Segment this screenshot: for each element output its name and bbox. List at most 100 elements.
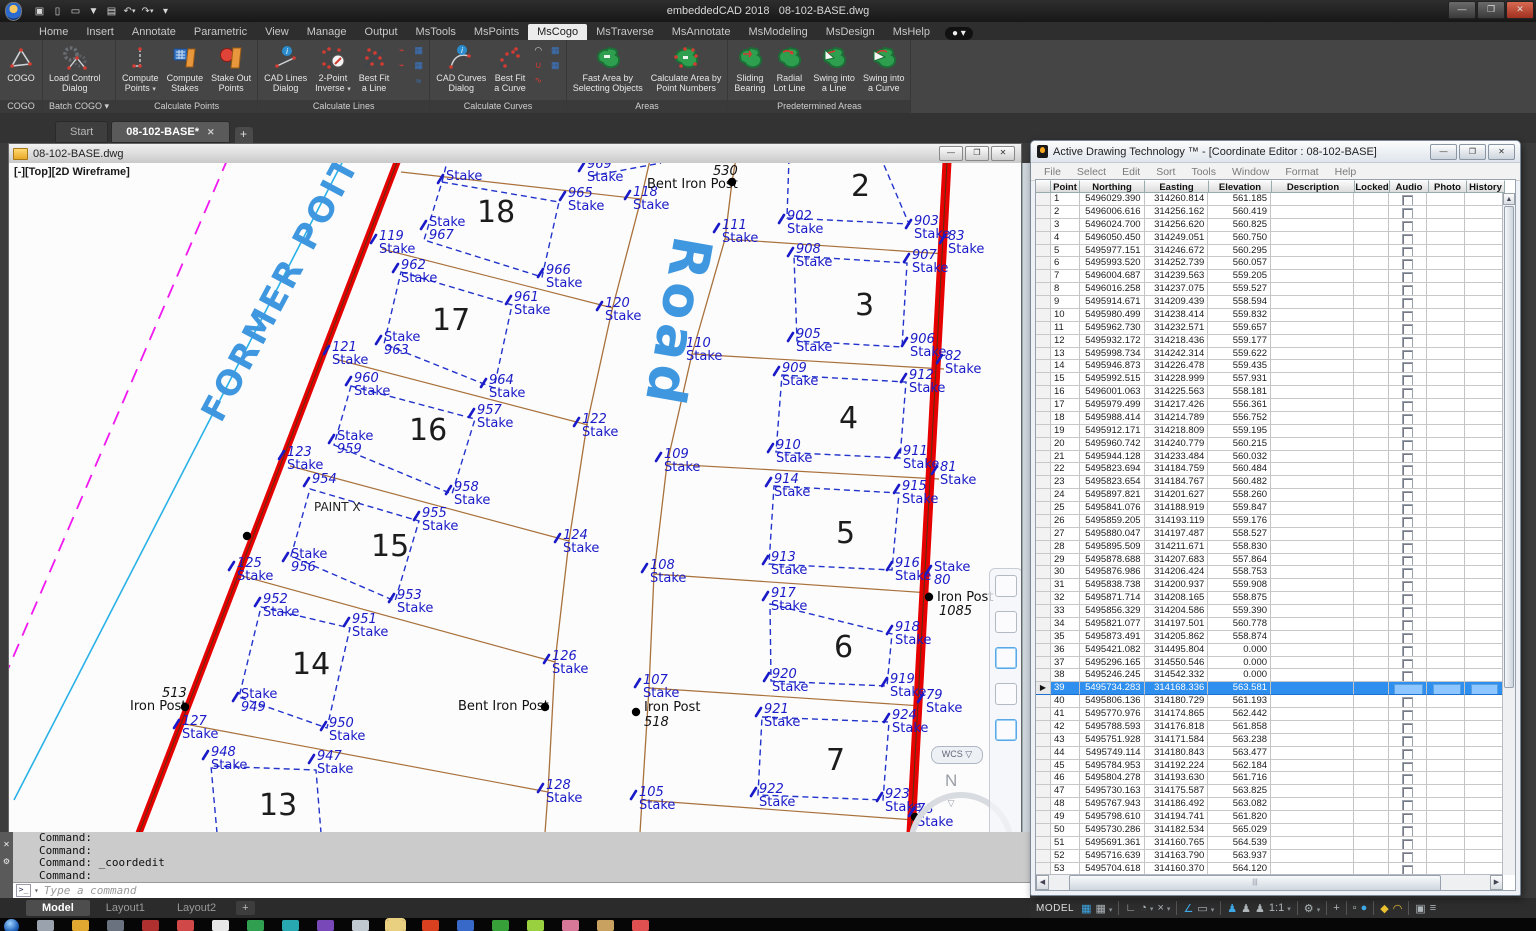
command-wrench-icon[interactable]: ⚙ [3,857,10,866]
cell-description[interactable] [1271,322,1354,335]
cell-point[interactable]: 51 [1051,837,1080,850]
doc-tab-close-icon[interactable]: ✕ [207,127,215,138]
cell-easting[interactable]: 314188.919 [1145,502,1209,515]
doc-tab-08102base[interactable]: 08-102-BASE*✕ [111,121,229,143]
swing-into-a-line-button[interactable]: Swing intoa Line [810,42,858,94]
minimize-button[interactable]: — [1448,1,1476,19]
locked-checkbox[interactable] [1402,517,1413,528]
table-row[interactable]: 85496016.258314237.075559.527 [1036,283,1503,296]
cell-point[interactable]: 14 [1051,360,1080,373]
cell-history[interactable] [1465,283,1503,296]
cell-history[interactable] [1465,489,1503,502]
annotation-scale-icon[interactable]: ♟ [1255,902,1265,915]
cell-history[interactable] [1465,296,1503,309]
cell-easting[interactable]: 314197.487 [1145,528,1209,541]
maximize-button[interactable]: ❐ [1477,1,1505,19]
cell-easting[interactable]: 314495.804 [1145,644,1209,657]
tbl1-icon[interactable]: ▦ [549,44,562,57]
wcs-control[interactable]: WCS ▽ [931,746,983,764]
cell-audio[interactable] [1389,785,1428,798]
cell-photo[interactable] [1427,438,1465,451]
cell-description[interactable] [1271,373,1354,386]
cell-elevation[interactable]: 558.181 [1208,386,1271,399]
compute-stakes-button[interactable]: ComputeStakes [164,42,207,94]
cell-easting[interactable]: 314174.865 [1145,708,1209,721]
cell-locked[interactable] [1354,554,1389,567]
locked-checkbox[interactable] [1402,762,1413,773]
color-swatch-icon[interactable]: ▣ [32,4,47,18]
cell-point[interactable]: 16 [1051,386,1080,399]
cell-photo[interactable] [1427,425,1465,438]
cell-history[interactable] [1465,734,1503,747]
cell-history[interactable] [1465,695,1503,708]
table-row[interactable]: 335495856.329314204.586559.390 [1036,605,1503,618]
cell-description[interactable] [1271,850,1354,863]
cell-easting[interactable]: 314237.075 [1145,283,1209,296]
cell-description[interactable] [1271,592,1354,605]
cell-description[interactable] [1271,669,1354,682]
column-header-description[interactable]: Description [1272,180,1355,193]
cell-history[interactable] [1465,837,1503,850]
table-row[interactable]: 345495821.077314197.501560.778 [1036,618,1503,631]
cell-elevation[interactable]: 560.482 [1208,476,1271,489]
cell-history[interactable] [1465,193,1503,206]
cell-audio[interactable] [1389,541,1428,554]
cell-elevation[interactable]: 558.830 [1208,541,1271,554]
cell-easting[interactable]: 314193.630 [1145,772,1209,785]
cell-northing[interactable]: 5495876.986 [1080,566,1145,579]
cell-audio[interactable] [1389,438,1428,451]
cell-locked[interactable] [1354,348,1389,361]
cell-northing[interactable]: 5495932.172 [1080,335,1145,348]
cell-photo[interactable] [1427,206,1465,219]
tbl1-icon[interactable]: ▦ [412,44,425,57]
cell-history[interactable] [1465,566,1503,579]
ucurve-icon[interactable]: ∪ [532,59,545,72]
cell-northing[interactable]: 5495895.509 [1080,541,1145,554]
editor-menu-format[interactable]: Format [1278,165,1325,179]
cell-audio[interactable] [1389,592,1428,605]
cell-history[interactable] [1465,476,1503,489]
cell-description[interactable] [1271,412,1354,425]
cell-point[interactable]: 25 [1051,502,1080,515]
cell-history[interactable] [1465,463,1503,476]
cell-audio[interactable] [1389,489,1428,502]
cell-point[interactable]: 40 [1051,695,1080,708]
cell-history[interactable] [1465,451,1503,464]
tbl2-icon[interactable]: ▦ [549,59,562,72]
cell-northing[interactable]: 5496029.390 [1080,193,1145,206]
ribbon-tab-manage[interactable]: Manage [298,24,356,40]
cell-description[interactable] [1271,798,1354,811]
locked-checkbox[interactable] [1402,568,1413,579]
cell-point[interactable]: 30 [1051,566,1080,579]
editor-menu-edit[interactable]: Edit [1115,165,1147,179]
locked-checkbox[interactable] [1402,362,1413,373]
row-selector-cell[interactable] [1036,579,1051,592]
locked-checkbox[interactable] [1402,697,1413,708]
cell-point[interactable]: 1 [1051,193,1080,206]
row-selector-cell[interactable] [1036,412,1051,425]
cell-audio[interactable] [1389,335,1428,348]
cell-easting[interactable]: 314168.336 [1145,682,1209,695]
cell-photo[interactable] [1427,592,1465,605]
cell-locked[interactable] [1354,425,1389,438]
row-selector-cell[interactable] [1036,734,1051,747]
cell-audio[interactable] [1389,348,1428,361]
ribbon-tab-output[interactable]: Output [356,24,407,40]
locked-checkbox[interactable] [1402,530,1413,541]
cell-description[interactable] [1271,708,1354,721]
ribbon-tab-mstools[interactable]: MsTools [407,24,465,40]
editor-menu-help[interactable]: Help [1328,165,1364,179]
cell-locked[interactable] [1354,502,1389,515]
cell-description[interactable] [1271,451,1354,464]
column-header-audio[interactable]: Audio [1390,180,1429,193]
ribbon-tab-msmodeling[interactable]: MsModeling [739,24,816,40]
editor-menu-file[interactable]: File [1037,165,1068,179]
cell-history[interactable] [1465,682,1503,695]
cell-elevation[interactable]: 558.753 [1208,566,1271,579]
table-row[interactable]: 405495806.136314180.729561.193 [1036,695,1503,708]
table-row[interactable]: 195495912.171314218.809559.195 [1036,425,1503,438]
table-row[interactable]: 225495823.694314184.759560.484 [1036,463,1503,476]
cell-description[interactable] [1271,772,1354,785]
cell-easting[interactable]: 314175.587 [1145,785,1209,798]
cell-audio[interactable] [1389,399,1428,412]
